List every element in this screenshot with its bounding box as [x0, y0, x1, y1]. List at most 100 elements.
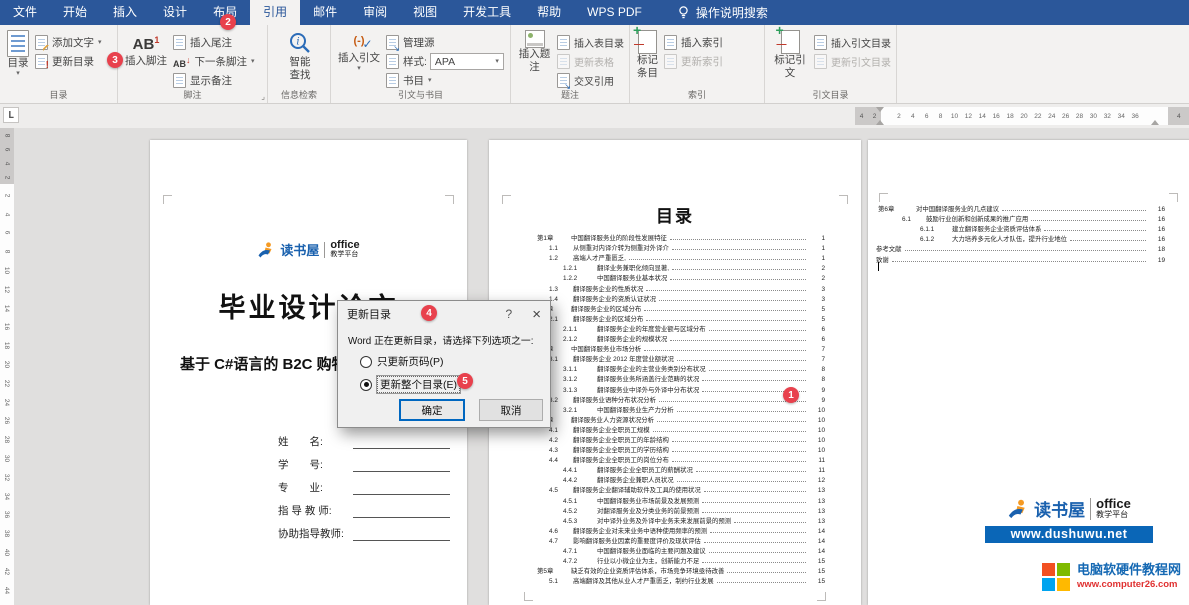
ribbon-tab[interactable]: 邮件 — [300, 0, 350, 25]
mark-entry-button[interactable]: 标记 条目 — [634, 28, 661, 82]
toc-entry-page: 10 — [809, 447, 825, 454]
toc-entry-page: 16 — [1149, 206, 1165, 213]
toc-entry-page: 15 — [809, 558, 825, 565]
ok-button[interactable]: 确定 — [399, 399, 465, 421]
add-text-label: 添加文字 — [52, 35, 94, 50]
cancel-button[interactable]: 取消 — [479, 399, 543, 421]
smart-lookup-label-2: 查找 — [290, 69, 311, 82]
dialog-titlebar[interactable]: 更新目录 ? × — [338, 301, 550, 327]
ribbon-tab[interactable]: 插入 — [100, 0, 150, 25]
toc-entry-page: 19 — [1149, 257, 1165, 264]
watermark-url: www.computer26.com — [1077, 577, 1181, 592]
ribbon-tab[interactable]: 开始 — [50, 0, 100, 25]
ribbon-tab[interactable]: 文件 — [0, 0, 50, 25]
radio-selected-icon[interactable] — [360, 379, 372, 391]
toc-entry: 4.5.3 对中译外业务及外译中业务未来发展前景的预测 13 — [537, 515, 825, 525]
ribbon-tab[interactable]: 开发工具 — [450, 0, 524, 25]
toc-dot-leader — [709, 330, 806, 331]
toc-entry-page: 8 — [809, 366, 825, 373]
toc-entry-number: 3.1.2 — [563, 376, 597, 383]
ruler-number: 26 — [0, 412, 14, 431]
insert-table-of-authorities-button[interactable]: 插入引文目录 — [811, 33, 894, 52]
insert-citation-button[interactable]: (-) 插入引文 ▾ — [335, 28, 383, 74]
toc-dot-leader — [710, 532, 806, 533]
watermark-title: 电脑软硬件教程网 — [1077, 562, 1181, 577]
ribbon-tab[interactable]: 视图 — [400, 0, 450, 25]
toc-entry-title: 中国翻译服务业的阶段性发展特征 — [571, 233, 667, 242]
toc-entry-number: 4.5.2 — [563, 508, 597, 515]
tab-stop-selector[interactable]: L — [3, 107, 19, 123]
toc-entry: 1.2.1 翻译业务兼职化倾向显著, 2 — [537, 262, 825, 272]
insert-footnote-label: 插入脚注 — [125, 55, 167, 68]
toc-entry: 6.1.1 建立翻译服务企业资质评估体系 16 — [876, 223, 1165, 233]
toc-entry: 4.3 翻译服务企业全职员工的学历结构 10 — [537, 444, 825, 454]
toc-entry-number: 4.6 — [549, 528, 573, 535]
ribbon-tab[interactable]: 审阅 — [350, 0, 400, 25]
update-toc-dialog: 更新目录 ? × Word 正在更新目录，请选择下列选项之一: 只更新页码(P)… — [337, 300, 551, 428]
ribbon-tab[interactable]: 帮助 — [524, 0, 574, 25]
logo-platform: 教学平台 — [330, 250, 359, 259]
ribbon-tabs: 文件 开始 插入 设计 布局 引用 邮件 审阅 视图 开发工具 帮助 — [0, 0, 655, 25]
ruler-number: 14 — [975, 113, 989, 120]
smart-lookup-button[interactable]: i 智能 查找 — [284, 28, 316, 84]
ribbon-tab[interactable]: WPS PDF — [574, 0, 655, 25]
ruler-number: 34 — [0, 487, 14, 506]
style-value: APA — [435, 56, 455, 68]
toc-entry-title: 翻译服务企业全职员工的学历结构 — [573, 445, 669, 454]
horizontal-ruler: 42 24681012141618202224262830323436 4 — [855, 107, 1189, 125]
manage-sources-button[interactable]: 管理源 — [383, 33, 507, 52]
toc-field-continued[interactable]: 第6章 对中国翻译服务业的几点建议 16 6.1 鼓励行业创新和创新成果的推广应… — [876, 203, 1165, 264]
ribbon-tab-bar: 文件 开始 插入 设计 布局 引用 邮件 审阅 视图 开发工具 帮助 — [0, 0, 1189, 25]
toc-entry-title: 翻译服务企业兼职人员状况 — [597, 475, 674, 484]
document-page-3[interactable]: 第6章 对中国翻译服务业的几点建议 16 6.1 鼓励行业创新和创新成果的推广应… — [868, 140, 1189, 605]
add-text-button[interactable]: 添加文字 ▾ — [32, 33, 105, 52]
dialog-help-button[interactable]: ? — [506, 307, 513, 321]
radio-update-entire-toc[interactable]: 更新整个目录(E) — [360, 376, 460, 393]
dialog-close-button[interactable]: × — [532, 306, 541, 323]
chevron-down-icon: ▾ — [495, 58, 499, 65]
insert-footnote-button[interactable]: AB1 插入脚注 — [122, 28, 170, 70]
vertical-ruler: 8642 24681012141618202224262830323436384… — [0, 128, 14, 605]
toc-entry-title: 从侧重对内译介转为侧重对外译介 — [573, 243, 669, 252]
insert-index-button[interactable]: 插入索引 — [661, 33, 726, 52]
toc-entry-title: 翻译服务企业全职员工的薪酬状况 — [597, 465, 693, 474]
radio-icon[interactable] — [360, 356, 372, 368]
ribbon-tab[interactable]: 引用 — [250, 0, 300, 25]
radio-update-page-numbers[interactable]: 只更新页码(P) — [360, 354, 444, 369]
ribbon-tab[interactable]: 设计 — [150, 0, 200, 25]
toc-button[interactable]: 目录 ▾ — [4, 28, 32, 79]
toc-dot-leader — [657, 421, 806, 422]
insert-endnote-icon — [173, 35, 186, 50]
toc-field[interactable]: 第1章 中国翻译服务业的阶段性发展特征 1 1.1 从侧重对内译介转为侧重对外译… — [537, 232, 825, 585]
text-cursor — [878, 262, 879, 271]
toc-entry: 4.6 翻译服务企业对未来业务中语种使用频率的预测 14 — [537, 525, 825, 535]
toc-entry-number: 4.5.3 — [563, 518, 597, 525]
toc-entry: 1.2.2 中国翻译服务业基本状况 2 — [537, 272, 825, 282]
first-line-indent-marker[interactable] — [876, 107, 884, 112]
toc-icon — [7, 30, 29, 57]
ruler-number: 24 — [0, 393, 14, 412]
cover-field-row: 指 导 教 师: — [278, 495, 450, 518]
citation-style-select[interactable]: APA ▾ — [430, 53, 504, 70]
mark-citation-button[interactable]: 标记引文 — [769, 28, 811, 82]
insert-endnote-button[interactable]: 插入尾注 — [170, 33, 258, 52]
toc-entry-page: 18 — [1149, 246, 1165, 253]
insert-caption-button[interactable]: 插入题注 — [515, 28, 554, 76]
hanging-indent-marker[interactable] — [876, 120, 884, 125]
toc-entry-page: 3 — [809, 296, 825, 303]
next-footnote-button[interactable]: AB↓ 下一条脚注 ▾ — [170, 52, 258, 71]
toc-entry: 4.4 翻译服务企业全职员工的岗位分布 11 — [537, 454, 825, 464]
field-label: 姓 名: — [278, 434, 350, 449]
update-toc-label: 更新目录 — [52, 54, 94, 69]
mark-entry-label-2: 条目 — [637, 67, 658, 80]
toc-dot-leader — [659, 300, 806, 301]
ruler-number: 2 — [5, 170, 9, 184]
logo-platform: 教学平台 — [1096, 509, 1131, 520]
tell-me-search[interactable]: 操作说明搜索 — [677, 0, 768, 25]
toc-entry-page: 2 — [809, 265, 825, 272]
insert-table-of-figures-button[interactable]: 插入表目录 — [554, 33, 627, 52]
update-toc-button[interactable]: 更新目录 — [32, 52, 105, 71]
toc-entry-number: 第1章 — [537, 233, 571, 242]
right-indent-marker[interactable] — [1151, 120, 1159, 125]
toc-entry-title: 高端翻译及其他从业人才严重匮乏，制约行业发展 — [573, 576, 714, 585]
